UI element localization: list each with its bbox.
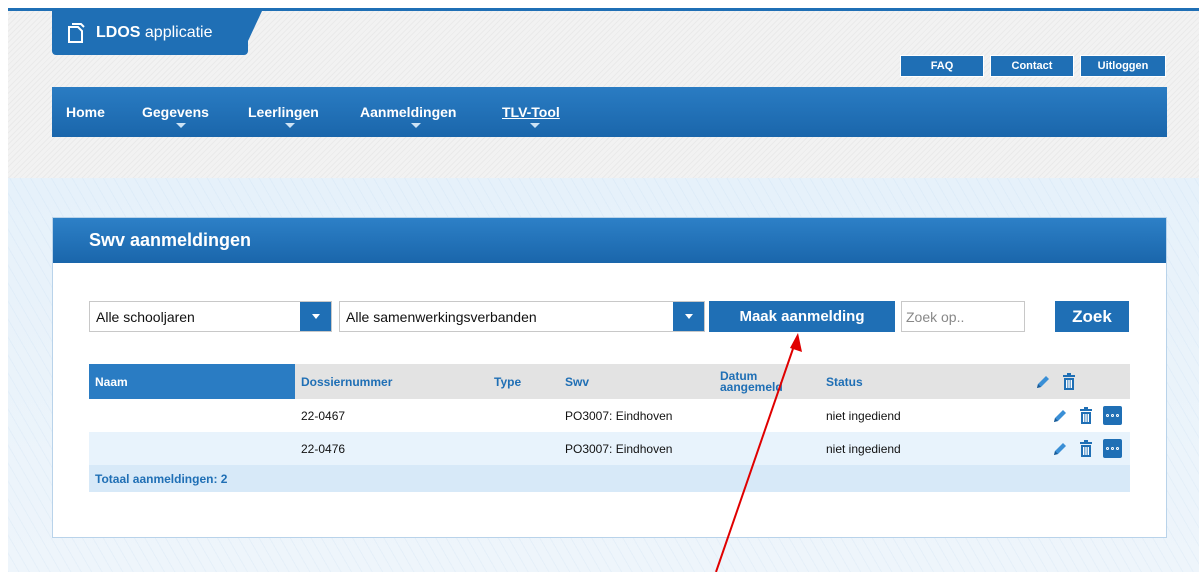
nav-leerlingen[interactable]: Leerlingen (248, 104, 319, 120)
main-navigation: Home Gegevens Leerlingen Aanmeldingen TL… (52, 87, 1167, 137)
swv-select[interactable]: Alle samenwerkingsverbanden (339, 301, 705, 332)
cell-datum (714, 399, 820, 432)
gegevens-caret-icon (176, 123, 186, 128)
cell-actions (1024, 399, 1130, 432)
pencil-icon[interactable] (1051, 440, 1069, 458)
column-header-dossiernummer[interactable]: Dossiernummer (295, 364, 488, 399)
logout-button[interactable]: Uitloggen (1080, 55, 1166, 77)
swv-select-value: Alle samenwerkingsverbanden (346, 308, 537, 325)
cell-actions (1024, 432, 1130, 465)
more-options-icon[interactable] (1103, 439, 1122, 458)
search-input[interactable] (901, 301, 1025, 332)
cell-datum (714, 432, 820, 465)
nav-home[interactable]: Home (66, 104, 105, 120)
cell-type (488, 432, 559, 465)
cell-status: niet ingediend (826, 408, 901, 423)
table-total-row: Totaal aanmeldingen: 2 (89, 465, 1130, 492)
table-row[interactable]: 22-0467 PO3007: Eindhoven niet ingediend (89, 399, 1130, 432)
contact-button[interactable]: Contact (990, 55, 1074, 77)
column-header-actions (1024, 364, 1130, 399)
leerlingen-caret-icon (285, 123, 295, 128)
cell-swv: PO3007: Eindhoven (559, 432, 714, 465)
nav-tlv-tool[interactable]: TLV-Tool (502, 104, 560, 120)
table-row[interactable]: 22-0476 PO3007: Eindhoven niet ingediend (89, 432, 1130, 465)
faq-button[interactable]: FAQ (900, 55, 984, 77)
cell-dossiernummer: 22-0476 (295, 432, 488, 465)
search-button[interactable]: Zoek (1055, 301, 1129, 332)
schoolyear-select-value: Alle schooljaren (96, 308, 195, 325)
column-header-swv[interactable]: Swv (559, 364, 714, 399)
aanmeldingen-caret-icon (411, 123, 421, 128)
chevron-down-icon (673, 302, 704, 331)
table-header-row: Naam Dossiernummer Type Swv Datum aangem… (89, 364, 1130, 399)
cell-swv: PO3007: Eindhoven (565, 408, 673, 423)
panel-title: Swv aanmeldingen (53, 218, 1166, 263)
app-title: LDOS applicatie (96, 24, 213, 41)
trash-icon[interactable] (1060, 372, 1078, 391)
cell-dossiernummer: 22-0467 (301, 408, 346, 423)
trash-icon[interactable] (1077, 406, 1095, 425)
aanmeldingen-table: Naam Dossiernummer Type Swv Datum aangem… (89, 364, 1130, 492)
schoolyear-select[interactable]: Alle schooljaren (89, 301, 332, 332)
app-logo-tab: LDOS applicatie (52, 11, 262, 55)
column-header-type[interactable]: Type (488, 364, 559, 399)
cell-type (488, 399, 559, 432)
trash-icon[interactable] (1077, 439, 1095, 458)
document-icon (68, 23, 85, 43)
cell-status: niet ingediend (820, 432, 1024, 465)
nav-aanmeldingen[interactable]: Aanmeldingen (360, 104, 456, 120)
more-options-icon[interactable] (1103, 406, 1122, 425)
chevron-down-icon (300, 302, 331, 331)
column-header-datum-aangemeld[interactable]: Datum aangemeld (714, 364, 820, 399)
pencil-icon[interactable] (1051, 407, 1069, 425)
column-header-naam[interactable]: Naam (89, 364, 295, 399)
cell-naam (89, 399, 295, 432)
cell-naam (89, 432, 295, 465)
column-header-status[interactable]: Status (820, 364, 1024, 399)
create-aanmelding-button[interactable]: Maak aanmelding (709, 301, 895, 332)
tlv-tool-caret-icon (530, 123, 540, 128)
swv-aanmeldingen-panel: Swv aanmeldingen Alle schooljaren Alle s… (52, 217, 1167, 538)
total-aanmeldingen: Totaal aanmeldingen: 2 (89, 465, 1130, 492)
pencil-icon[interactable] (1034, 373, 1052, 391)
nav-gegevens[interactable]: Gegevens (142, 104, 209, 120)
